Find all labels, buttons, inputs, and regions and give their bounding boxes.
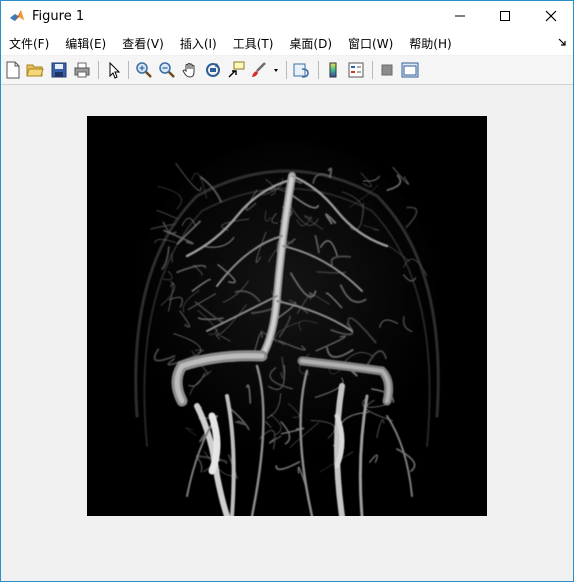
window-title: Figure 1 bbox=[32, 8, 85, 24]
close-button[interactable] bbox=[528, 1, 574, 31]
brush-icon[interactable] bbox=[250, 61, 268, 79]
minimize-icon bbox=[455, 15, 465, 17]
menu-bar: 文件(F) 编辑(E) 查看(V) 插入(I) 工具(T) 桌面(D) 窗口(W… bbox=[1, 31, 573, 55]
menu-file[interactable]: 文件(F) bbox=[9, 35, 49, 52]
colorbar-icon[interactable] bbox=[324, 61, 342, 79]
matlab-logo-icon bbox=[9, 8, 25, 24]
menu-insert[interactable]: 插入(I) bbox=[180, 35, 217, 52]
menu-edit[interactable]: 编辑(E) bbox=[65, 35, 106, 52]
data-cursor-icon[interactable] bbox=[227, 61, 245, 79]
menu-desktop[interactable]: 桌面(D) bbox=[289, 35, 332, 52]
print-icon[interactable] bbox=[73, 61, 91, 79]
rotate-3d-icon[interactable] bbox=[204, 61, 222, 79]
hide-plot-tools-icon[interactable] bbox=[378, 61, 396, 79]
maximize-icon bbox=[500, 11, 510, 21]
minimize-button[interactable] bbox=[437, 1, 483, 31]
legend-icon[interactable] bbox=[347, 61, 365, 79]
title-bar: Figure 1 bbox=[1, 1, 573, 31]
maximize-button[interactable] bbox=[482, 1, 528, 31]
figure-window: Figure 1 文件(F) 编辑(E) 查看(V) 插入(I) 工具(T) 桌… bbox=[0, 0, 574, 582]
menu-help[interactable]: 帮助(H) bbox=[409, 35, 451, 52]
close-icon bbox=[545, 10, 557, 22]
pointer-icon[interactable] bbox=[105, 61, 123, 79]
figure-toolbar bbox=[1, 56, 573, 85]
dock-arrow-icon[interactable] bbox=[557, 37, 567, 47]
toolbar-separator bbox=[98, 61, 99, 79]
open-file-icon[interactable] bbox=[26, 61, 44, 79]
menu-window[interactable]: 窗口(W) bbox=[348, 35, 393, 52]
chevron-down-icon[interactable] bbox=[271, 61, 281, 79]
show-plot-tools-icon[interactable] bbox=[401, 61, 419, 79]
toolbar-separator bbox=[286, 61, 287, 79]
zoom-out-icon[interactable] bbox=[158, 61, 176, 79]
new-figure-icon[interactable] bbox=[4, 61, 22, 79]
menu-view[interactable]: 查看(V) bbox=[122, 35, 164, 52]
pan-icon[interactable] bbox=[181, 61, 199, 79]
toolbar-separator bbox=[318, 61, 319, 79]
angiography-image bbox=[87, 116, 487, 516]
toolbar-separator bbox=[128, 61, 129, 79]
zoom-in-icon[interactable] bbox=[135, 61, 153, 79]
save-icon[interactable] bbox=[50, 61, 68, 79]
link-plot-icon[interactable] bbox=[292, 61, 310, 79]
image-axes[interactable] bbox=[87, 116, 487, 516]
toolbar-separator bbox=[372, 61, 373, 79]
menu-tools[interactable]: 工具(T) bbox=[233, 35, 274, 52]
